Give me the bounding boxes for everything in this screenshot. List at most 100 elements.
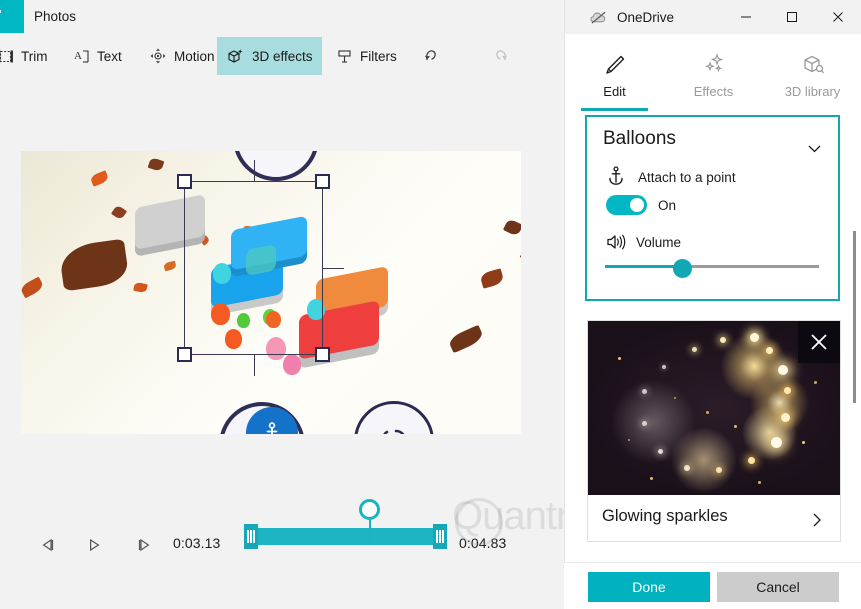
photos-app-icon [0, 0, 24, 33]
title-bar: Photos [0, 0, 564, 33]
leaf-decoration [21, 276, 45, 299]
resize-handle-top-left[interactable] [177, 174, 192, 189]
effect-preview-card[interactable]: Glowing sparkles [587, 320, 841, 542]
previous-frame-icon [42, 538, 54, 552]
toolbar-item-3d-effects[interactable]: 3D effects [217, 37, 322, 75]
volume-slider-thumb[interactable] [673, 259, 692, 278]
cube-search-icon [803, 55, 824, 73]
minimize-button[interactable] [723, 0, 769, 34]
tab-label: Edit [603, 83, 626, 99]
volume-slider-track[interactable] [684, 265, 819, 268]
leaf-decoration [110, 204, 128, 221]
toolbar-item-motion[interactable]: Motion [140, 37, 224, 75]
timeline-track[interactable] [245, 528, 447, 545]
collapse-balloons-button[interactable] [805, 139, 824, 163]
leaf-decoration [502, 218, 521, 237]
rotate-handle[interactable] [354, 401, 434, 434]
trim-handle-start[interactable] [244, 524, 258, 549]
anchor-icon [266, 422, 278, 434]
app-title: Photos [34, 9, 77, 24]
leaf-decoration [519, 250, 521, 264]
resize-handle-bottom-left[interactable] [177, 347, 192, 362]
toggle-knob [630, 198, 644, 212]
play-icon [90, 538, 100, 552]
tab-edit[interactable]: Edit [565, 34, 664, 111]
redo-button[interactable] [482, 39, 518, 73]
undo-button[interactable] [414, 39, 450, 73]
remove-effect-button[interactable] [798, 321, 840, 363]
motion-icon [150, 48, 166, 64]
flyout-tabs: Edit Effects 3D library [565, 34, 861, 111]
maximize-button[interactable] [769, 0, 815, 34]
done-button[interactable]: Done [588, 572, 710, 602]
toolbar-item-label: Text [97, 48, 122, 64]
previous-frame-button[interactable] [31, 528, 65, 562]
onedrive-title-bar: OneDrive [565, 0, 861, 34]
toolbar-item-label: Motion [174, 48, 215, 64]
tab-3d-library[interactable]: 3D library [763, 34, 861, 110]
close-icon [833, 12, 843, 22]
effect-name-label: Glowing sparkles [602, 507, 728, 525]
minimize-icon [741, 16, 751, 18]
leaf-decoration [447, 324, 485, 354]
selection-bounding-box[interactable] [177, 160, 344, 376]
toolbar-item-filters[interactable]: Filters [327, 37, 406, 75]
chevron-down-icon [808, 145, 821, 153]
next-frame-icon [138, 538, 150, 552]
balloon [283, 354, 301, 375]
onedrive-title: OneDrive [617, 9, 675, 25]
trim-icon [0, 50, 13, 62]
close-icon [811, 334, 827, 350]
rotate-icon [383, 429, 405, 434]
balloons-card-title: Balloons [603, 128, 676, 149]
toolbar-item-label: Trim [21, 48, 48, 64]
next-frame-button[interactable] [127, 528, 161, 562]
sparkles-icon [704, 52, 723, 72]
toolbar-item-trim[interactable]: Trim [0, 37, 57, 75]
undo-icon [425, 50, 436, 61]
close-button[interactable] [815, 0, 861, 34]
guide-tick-bottom [254, 354, 255, 376]
toolbar-item-text[interactable]: A Text [64, 37, 131, 75]
flyout-footer: Done Cancel [564, 562, 861, 609]
rotate-arc-top [233, 151, 319, 181]
toolbar-item-label: 3D effects [252, 48, 313, 64]
pencil-icon [605, 55, 624, 74]
toggle-state-label: On [658, 198, 677, 213]
resize-handle-bottom-right[interactable] [315, 347, 330, 362]
tab-effects[interactable]: Effects [664, 34, 763, 110]
resize-handle-top-right[interactable] [315, 174, 330, 189]
cancel-button[interactable]: Cancel [717, 572, 839, 602]
volume-icon [607, 234, 626, 250]
trim-handle-end[interactable] [433, 524, 447, 549]
redo-icon [496, 50, 507, 61]
attach-to-point-toggle[interactable] [606, 195, 647, 215]
playhead-handle[interactable] [359, 499, 380, 520]
leaf-decoration [58, 238, 130, 292]
guide-tick-right [322, 268, 344, 269]
maximize-icon [787, 12, 797, 22]
editor-toolbar: Trim A Text Motion 3D effects Filters [0, 33, 564, 79]
toolbar-item-label: Filters [360, 48, 397, 64]
effect-details-button[interactable] [808, 511, 826, 534]
photos-3d-effects-window: Photos Trim A Text Motion 3D effects Fil… [0, 0, 861, 609]
volume-label: Volume [636, 235, 682, 250]
leaf-decoration [479, 268, 505, 289]
play-button[interactable] [77, 528, 111, 562]
current-time-label: 0:03.13 [173, 535, 221, 551]
guide-tick-top [254, 160, 255, 182]
tab-label: Effects [693, 83, 734, 99]
anchor-icon [609, 166, 623, 185]
cube-sparkle-icon [228, 48, 243, 63]
leaf-decoration [147, 157, 165, 172]
tab-label: 3D library [784, 83, 841, 99]
glowing-sparkles-thumbnail [588, 321, 840, 495]
flyout-scrollbar-thumb[interactable] [853, 231, 856, 403]
video-preview[interactable] [21, 151, 521, 434]
leaf-decoration [133, 281, 148, 294]
text-icon: A [74, 50, 89, 63]
leaf-decoration [89, 170, 110, 187]
filters-icon [338, 49, 351, 63]
chevron-right-icon [813, 513, 821, 527]
editor-pane: Photos Trim A Text Motion 3D effects Fil… [0, 0, 673, 609]
